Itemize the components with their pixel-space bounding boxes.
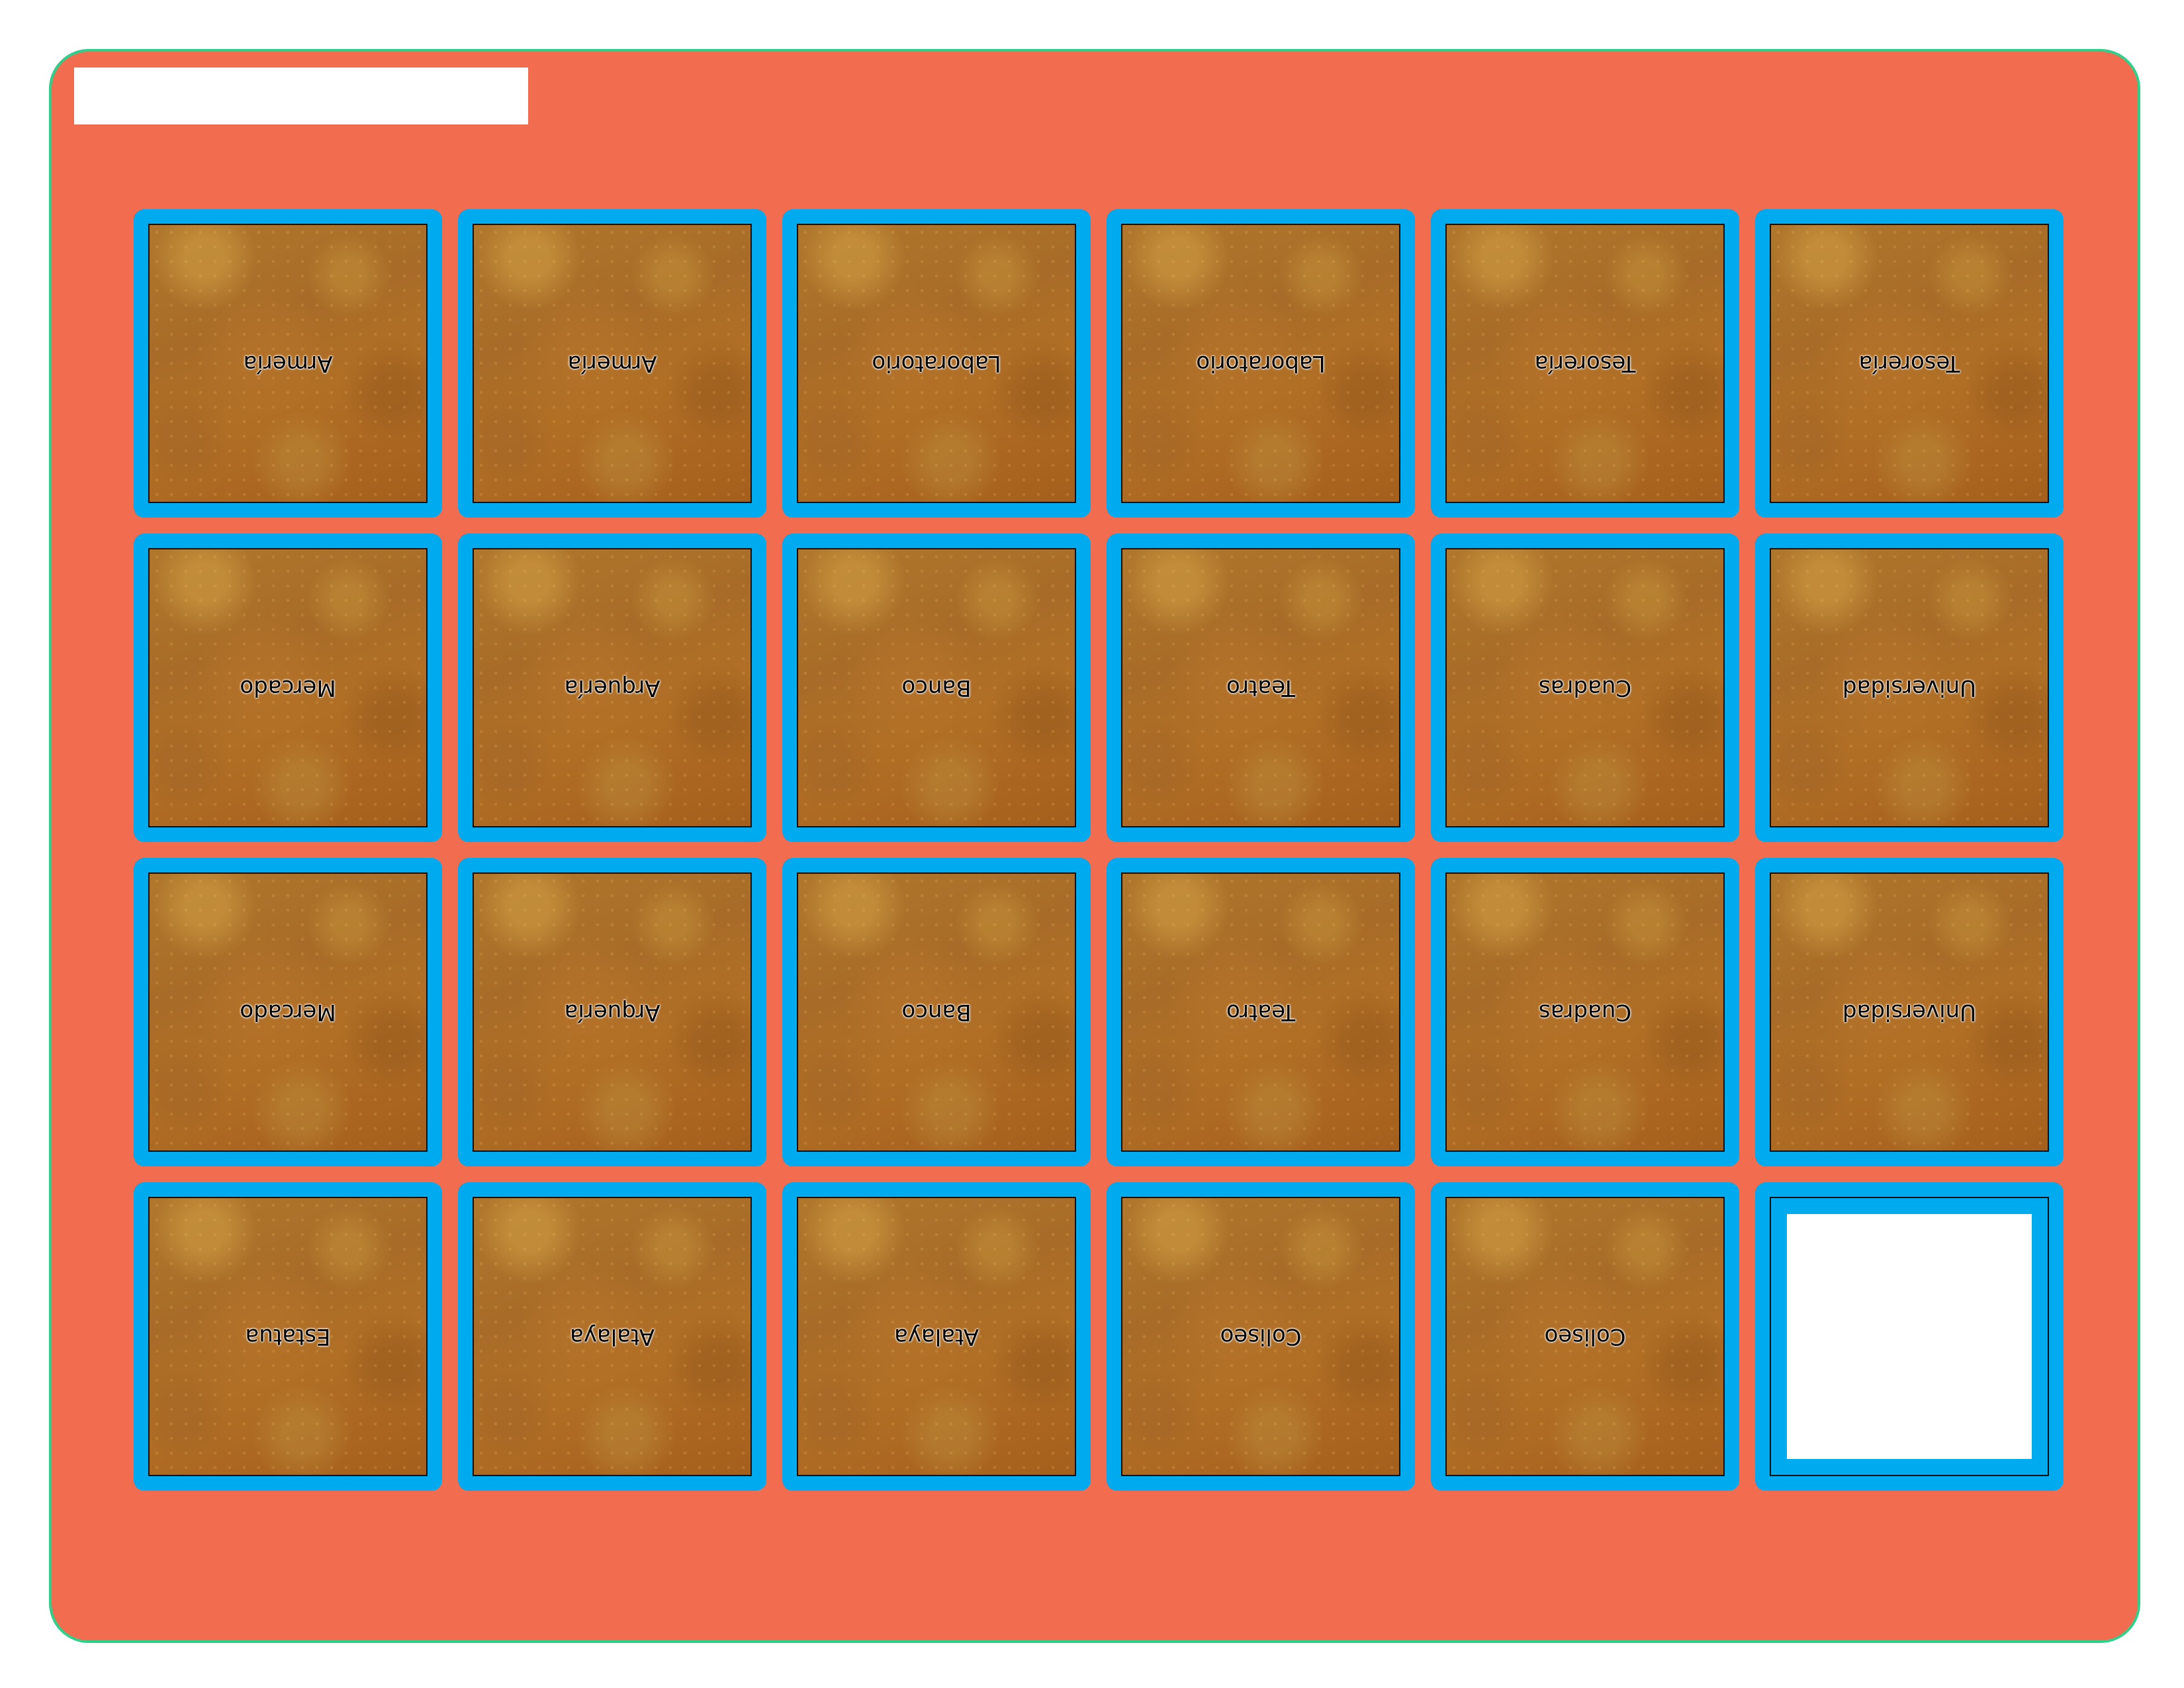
card-teatro-2[interactable]: Teatro — [1107, 858, 1415, 1166]
card-face: Arquería — [473, 548, 752, 827]
card-laboratorio-1[interactable]: Laboratorio — [782, 209, 1091, 518]
card-label: Universidad — [1842, 999, 1977, 1025]
card-armeria-2[interactable]: Armería — [458, 209, 766, 518]
card-label: Laboratorio — [872, 350, 1001, 377]
card-face: Cuadras — [1445, 872, 1725, 1152]
card-tesoreria-2[interactable]: Tesorería — [1755, 209, 2064, 518]
card-arqueria-1[interactable]: Arquería — [458, 534, 766, 842]
card-label: Atalaya — [893, 1323, 979, 1350]
card-face: Arquería — [473, 872, 752, 1152]
card-face: Teatro — [1121, 548, 1400, 827]
card-face: Tesorería — [1445, 224, 1725, 503]
card-banco-2[interactable]: Banco — [782, 858, 1091, 1166]
card-label: Arquería — [564, 999, 660, 1025]
card-face: Cuadras — [1445, 548, 1725, 827]
card-face: Coliseo — [1121, 1197, 1400, 1476]
card-banco-1[interactable]: Banco — [782, 534, 1091, 842]
card-label: Coliseo — [1544, 1323, 1626, 1350]
card-face: Laboratorio — [797, 224, 1076, 503]
card-face: Mercado — [148, 548, 428, 827]
card-arqueria-2[interactable]: Arquería — [458, 858, 766, 1166]
card-coliseo-1[interactable]: Coliseo — [1107, 1182, 1415, 1491]
card-cuadras-1[interactable]: Cuadras — [1431, 534, 1739, 842]
card-laboratorio-2[interactable]: Laboratorio — [1107, 209, 1415, 518]
card-label: Universidad — [1842, 675, 1977, 701]
card-label: Armería — [567, 350, 657, 377]
card-label: Laboratorio — [1196, 350, 1326, 377]
card-armeria-1[interactable]: Armería — [134, 209, 442, 518]
card-face: Universidad — [1770, 872, 2049, 1152]
card-label: Armería — [243, 350, 333, 377]
title-box — [74, 68, 528, 124]
card-label: Cuadras — [1538, 675, 1632, 701]
card-label: Estatua — [245, 1323, 331, 1350]
card-face — [1770, 1197, 2049, 1476]
card-estatua-1[interactable]: Estatua — [134, 1182, 442, 1491]
card-label: Teatro — [1226, 675, 1296, 701]
card-label: Teatro — [1226, 999, 1296, 1025]
card-label: Banco — [901, 675, 972, 701]
card-grid: Armería Armería Laboratorio Laboratorio … — [134, 209, 2064, 1491]
card-face: Teatro — [1121, 872, 1400, 1152]
card-face: Banco — [797, 548, 1076, 827]
card-face: Tesorería — [1770, 224, 2049, 503]
card-face: Universidad — [1770, 548, 2049, 827]
card-face: Armería — [473, 224, 752, 503]
card-label: Mercado — [240, 675, 336, 701]
card-mercado-1[interactable]: Mercado — [134, 534, 442, 842]
card-label: Tesorería — [1534, 350, 1636, 377]
card-face: Atalaya — [473, 1197, 752, 1476]
card-empty-slot[interactable] — [1755, 1182, 2064, 1491]
card-cuadras-2[interactable]: Cuadras — [1431, 858, 1739, 1166]
card-teatro-1[interactable]: Teatro — [1107, 534, 1415, 842]
card-face: Banco — [797, 872, 1076, 1152]
card-face: Laboratorio — [1121, 224, 1400, 503]
card-face: Coliseo — [1445, 1197, 1725, 1476]
card-label: Arquería — [564, 675, 660, 701]
card-label: Atalaya — [569, 1323, 655, 1350]
card-face: Estatua — [148, 1197, 428, 1476]
card-face: Armería — [148, 224, 428, 503]
blank-card-inner — [1787, 1214, 2032, 1459]
card-coliseo-2[interactable]: Coliseo — [1431, 1182, 1739, 1491]
card-atalaya-2[interactable]: Atalaya — [782, 1182, 1091, 1491]
card-face: Mercado — [148, 872, 428, 1152]
card-label: Mercado — [240, 999, 336, 1025]
card-universidad-2[interactable]: Universidad — [1755, 858, 2064, 1166]
card-label: Coliseo — [1220, 1323, 1302, 1350]
card-tesoreria-1[interactable]: Tesorería — [1431, 209, 1739, 518]
card-atalaya-1[interactable]: Atalaya — [458, 1182, 766, 1491]
card-universidad-1[interactable]: Universidad — [1755, 534, 2064, 842]
card-face: Atalaya — [797, 1197, 1076, 1476]
card-label: Cuadras — [1538, 999, 1632, 1025]
game-board: Armería Armería Laboratorio Laboratorio … — [49, 49, 2140, 1643]
card-label: Tesorería — [1858, 350, 1960, 377]
card-label: Banco — [901, 999, 972, 1025]
card-mercado-2[interactable]: Mercado — [134, 858, 442, 1166]
